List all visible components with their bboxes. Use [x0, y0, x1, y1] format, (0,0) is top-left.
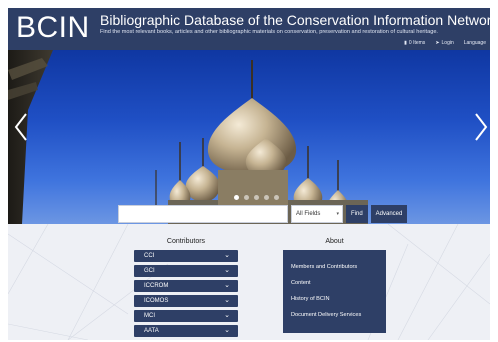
chevron-down-icon: ⌄ [224, 312, 230, 319]
carousel-dot[interactable] [234, 195, 239, 200]
contributors-heading: Contributors [166, 238, 206, 245]
contributor-dropdown[interactable]: AATA ⌄ [134, 325, 238, 337]
contributor-dropdown[interactable]: MCI ⌄ [134, 310, 238, 322]
carousel-prev-button[interactable] [12, 112, 30, 142]
carousel-next-button[interactable] [472, 112, 490, 142]
contributor-label: CCI [144, 253, 155, 259]
chevron-left-icon [14, 113, 27, 141]
carousel-dot[interactable] [274, 195, 279, 200]
search-input[interactable] [118, 205, 288, 223]
contributor-dropdown[interactable]: ICOMOS ⌄ [134, 295, 238, 307]
chevron-right-icon [475, 113, 488, 141]
background-lines [8, 224, 490, 340]
about-link-history[interactable]: History of BCIN [291, 296, 330, 303]
language-link[interactable]: Language [464, 40, 486, 46]
carousel-dot[interactable] [264, 195, 269, 200]
contributor-label: GCI [144, 268, 155, 274]
carousel-dot[interactable] [254, 195, 259, 200]
site-header: BCIN Bibliographic Database of the Conse… [8, 8, 490, 50]
site-logo[interactable]: BCIN [16, 10, 90, 46]
page: BCIN Bibliographic Database of the Conse… [8, 8, 490, 340]
advanced-search-button[interactable]: Advanced [370, 205, 408, 223]
about-heading: About [325, 238, 344, 245]
search-bar: All Fields ▾ Find Advanced [118, 205, 408, 223]
chevron-down-icon: ▾ [336, 211, 339, 217]
contributor-dropdown[interactable]: CCI ⌄ [134, 250, 238, 262]
contributor-dropdown[interactable]: GCI ⌄ [134, 265, 238, 277]
chevron-down-icon: ⌄ [224, 297, 230, 304]
cart-icon: ▮ [404, 40, 407, 46]
items-link-label: 0 Items [408, 40, 426, 46]
contributor-label: AATA [144, 328, 159, 334]
about-panel: Members and Contributors Content History… [283, 250, 386, 333]
site-title: Bibliographic Database of the Conservati… [100, 12, 490, 28]
content-section: Contributors CCI ⌄ GCI ⌄ ICCROM ⌄ ICOMOS ⌄ M… [8, 224, 490, 340]
language-link-label: Language [463, 40, 486, 46]
contributor-label: MCI [144, 313, 155, 319]
about-link-members[interactable]: Members and Contributors [291, 264, 357, 271]
contributor-dropdown[interactable]: ICCROM ⌄ [134, 280, 238, 292]
search-field-select[interactable]: All Fields ▾ [291, 205, 343, 223]
chevron-down-icon: ⌄ [224, 252, 230, 259]
contributor-label: ICOMOS [144, 298, 169, 304]
contributors-list: CCI ⌄ GCI ⌄ ICCROM ⌄ ICOMOS ⌄ MCI ⌄ AATA ⌄ [134, 250, 238, 340]
chevron-down-icon: ⌄ [224, 282, 230, 289]
contributor-label: ICCROM [144, 283, 169, 289]
hero-carousel [8, 50, 490, 224]
search-field-select-value: All Fields [296, 211, 321, 217]
chevron-down-icon: ⌄ [224, 327, 230, 334]
login-link-label: Login [441, 40, 454, 46]
top-links: ▮ 0 Items ➤ Login Language [404, 40, 486, 46]
find-button[interactable]: Find [346, 205, 368, 223]
carousel-dot[interactable] [244, 195, 249, 200]
site-subtitle: Find the most relevant books, articles a… [100, 29, 438, 35]
chevron-down-icon: ⌄ [224, 267, 230, 274]
items-link[interactable]: ▮ 0 Items [404, 40, 425, 46]
login-link[interactable]: ➤ Login [435, 40, 453, 46]
carousel-indicators [234, 195, 279, 200]
about-link-document-delivery[interactable]: Document Delivery Services [291, 312, 361, 319]
about-link-content[interactable]: Content [291, 280, 311, 287]
login-icon: ➤ [435, 40, 440, 46]
